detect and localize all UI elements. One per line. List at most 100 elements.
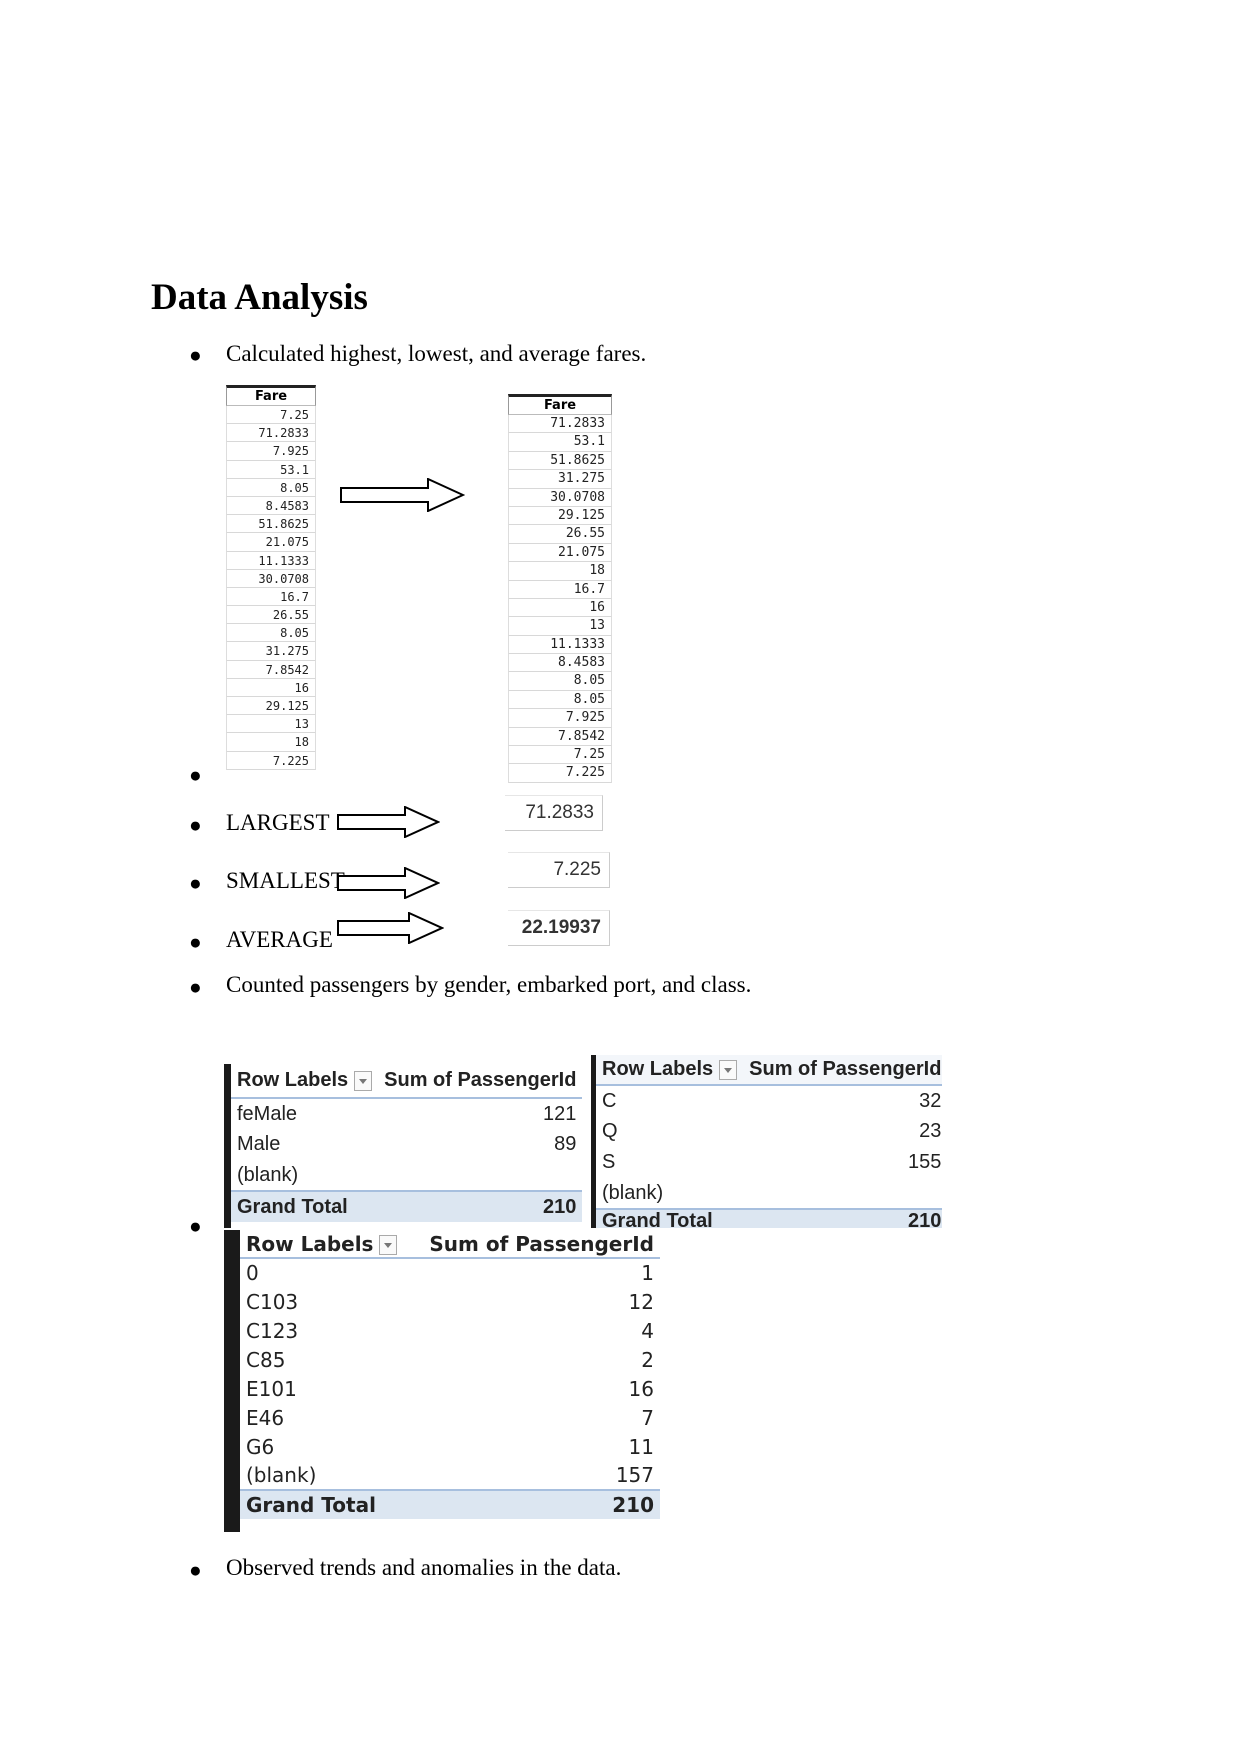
fare-cell: 16 <box>508 598 612 618</box>
fare-cell: 30.0708 <box>508 488 612 507</box>
fare-cell: 11.1333 <box>226 551 316 570</box>
bullet-calc-text: Calculated highest, lowest, and average … <box>226 341 647 366</box>
pivot-table-gender: Row Labels Sum of PassengerId feMale 121 M… <box>224 1064 583 1228</box>
fare-cell: 30.0708 <box>226 569 316 588</box>
fare-cell: 26.55 <box>226 606 316 625</box>
average-label: AVERAGE <box>226 927 333 952</box>
fare-cell: 29.125 <box>508 506 612 526</box>
bullet-marker: ● <box>189 343 202 367</box>
filter-dropdown-icon[interactable] <box>354 1070 373 1091</box>
bullet-marker: ● <box>189 1214 202 1238</box>
fare-cell: 7.925 <box>226 442 316 461</box>
pivot-cabin-col1: Row Labels <box>246 1231 374 1256</box>
table-row: Male 89 <box>231 1129 582 1160</box>
fare-cell: 8.05 <box>508 690 612 710</box>
row-label: feMale <box>237 1102 298 1125</box>
row-value: 23 <box>919 1120 942 1142</box>
row-value: 2 <box>641 1347 654 1372</box>
row-label: (blank) <box>237 1163 299 1186</box>
table-row: E46 7 <box>240 1403 660 1432</box>
fare-cell: 7.8542 <box>226 660 316 679</box>
fare-cell: 29.125 <box>226 697 316 716</box>
bullet-marker: ● <box>189 813 202 837</box>
table-row: C103 12 <box>240 1287 660 1316</box>
row-header-bar <box>224 1230 240 1532</box>
row-header-bar <box>591 1055 596 1228</box>
fare-cell: 7.8542 <box>508 727 612 747</box>
row-value <box>378 1160 582 1191</box>
fare-cell: 8.4583 <box>226 496 316 516</box>
pivot-table-port: Row Labels Sum of PassengerId C 32 Q 23 S 155… <box>591 1055 942 1228</box>
bullet-observed-text: Observed trends and anomalies in the dat… <box>226 1555 622 1580</box>
right-arrow-icon <box>337 867 440 899</box>
fare-original-header: Fare <box>226 385 316 406</box>
row-label: 0 <box>246 1261 259 1285</box>
row-value: 157 <box>615 1463 654 1487</box>
bullet-counted-text: Counted passengers by gender, embarked p… <box>226 972 752 997</box>
bullet-marker: ● <box>189 975 202 999</box>
row-value: 12 <box>628 1289 654 1314</box>
row-header-bar <box>224 1064 231 1228</box>
fare-original-column: Fare 7.25 71.2833 7.925 53.1 8.05 8.4583 51.86… <box>226 385 316 770</box>
pivot-gender-col1: Row Labels <box>237 1069 349 1091</box>
row-label: Q <box>602 1120 618 1142</box>
fare-cell: 18 <box>508 562 612 581</box>
pivot-cabin-col2: Sum of PassengerId <box>411 1230 660 1259</box>
table-row: C85 2 <box>240 1345 660 1374</box>
row-value: 11 <box>628 1434 654 1459</box>
row-value: 121 <box>543 1102 577 1125</box>
table-row: G6 11 <box>240 1432 660 1461</box>
table-row: feMale 121 <box>231 1098 582 1129</box>
row-label: C <box>602 1089 617 1112</box>
table-row: Q 23 <box>596 1116 942 1147</box>
fare-cell: 11.1333 <box>508 635 612 655</box>
row-value: 7 <box>641 1405 654 1430</box>
row-label: Male <box>237 1133 281 1155</box>
bullet-marker: ● <box>189 763 202 787</box>
fare-cell: 53.1 <box>508 433 612 452</box>
filter-dropdown-icon[interactable] <box>379 1235 398 1255</box>
table-row: C 32 <box>596 1085 942 1116</box>
row-label: S <box>602 1151 616 1173</box>
table-row: (blank) <box>231 1160 582 1191</box>
row-value: 89 <box>554 1133 577 1155</box>
fare-sorted-column: Fare 71.2833 53.1 51.8625 31.275 30.0708 29.1… <box>508 394 612 783</box>
fare-cell: 51.8625 <box>508 451 612 471</box>
fare-cell: 13 <box>508 617 612 636</box>
fare-cell: 7.225 <box>508 764 612 783</box>
fare-cell: 18 <box>226 733 316 752</box>
row-label: C103 <box>246 1289 299 1314</box>
row-value: 16 <box>628 1376 654 1401</box>
filter-dropdown-icon[interactable] <box>719 1059 738 1080</box>
row-value <box>743 1178 942 1209</box>
fare-cell: 71.2833 <box>226 424 316 443</box>
largest-value: 71.2833 <box>505 795 603 831</box>
fare-cell: 8.05 <box>226 478 316 497</box>
smallest-label: SMALLEST <box>226 868 345 893</box>
fare-cell: 8.05 <box>226 624 316 643</box>
fare-cell: 31.275 <box>226 642 316 661</box>
right-arrow-icon <box>337 806 440 838</box>
smallest-value: 7.225 <box>508 852 610 888</box>
table-row: 01 <box>240 1258 660 1287</box>
average-value: 22.19937 <box>508 910 610 946</box>
fare-cell: 7.25 <box>226 406 316 425</box>
pivot-cabin-total-value: 210 <box>411 1489 660 1519</box>
row-value: 1 <box>641 1261 654 1285</box>
bullet-marker: ● <box>189 871 202 895</box>
pivot-port-total-value: 210 <box>743 1208 942 1228</box>
fare-cell: 7.225 <box>226 751 316 770</box>
row-label: (blank) <box>246 1463 317 1487</box>
pivot-table-cabin: Row Labels Sum of PassengerId 0 1 C103 12 C1… <box>224 1230 660 1532</box>
fare-cell: 53.1 <box>226 460 316 479</box>
fare-cell: 7.925 <box>508 709 612 728</box>
row-label: G6 <box>246 1434 275 1459</box>
table-row: C123 4 <box>240 1316 660 1345</box>
fare-cell: 21.075 <box>226 533 316 552</box>
right-arrow-icon <box>340 478 465 512</box>
row-label: C85 <box>246 1347 286 1372</box>
row-value: 155 <box>908 1151 942 1173</box>
fare-cell: 51.8625 <box>226 515 316 534</box>
row-value: 4 <box>641 1318 654 1343</box>
fare-cell: 8.4583 <box>508 654 612 673</box>
